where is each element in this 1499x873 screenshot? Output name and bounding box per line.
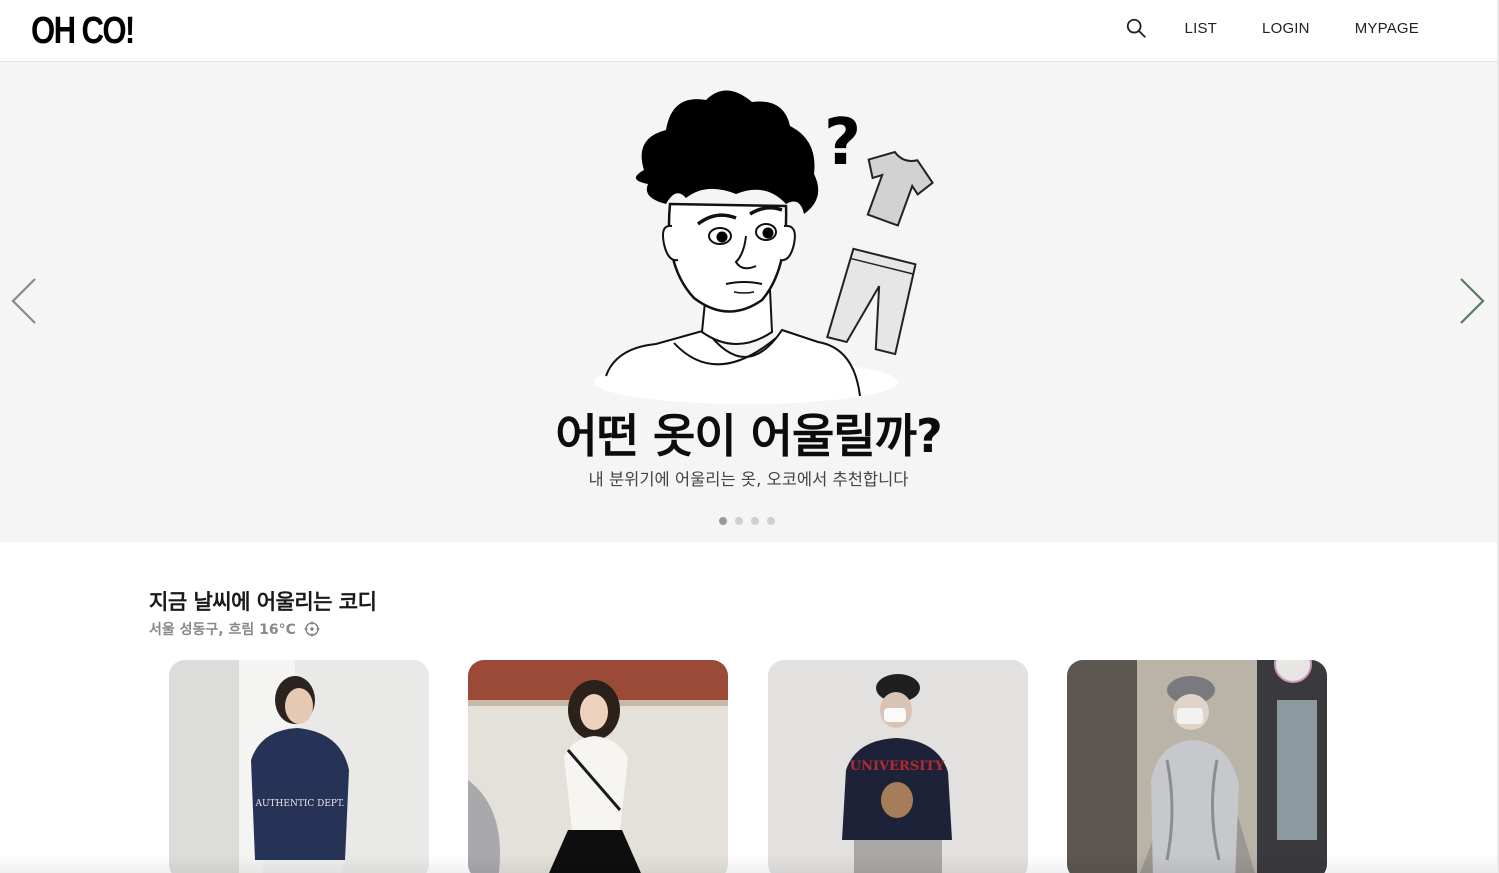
outfit-card[interactable]: UNIVERSITY (768, 660, 1028, 873)
chevron-right-icon[interactable] (1455, 276, 1489, 326)
hero-title: 어떤 옷이 어울릴까? (555, 409, 942, 463)
search-icon[interactable] (1125, 17, 1147, 39)
weather-text: 서울 성동구, 흐림 16°C (149, 622, 296, 638)
nav-login[interactable]: LOGIN (1262, 20, 1310, 37)
carousel-dot[interactable] (767, 517, 775, 525)
outfit-photo: UNIVERSITY (768, 660, 1028, 873)
weather-info: 서울 성동구, 흐림 16°C (149, 619, 320, 639)
carousel-dots (719, 517, 783, 525)
sweatshirt-print: UNIVERSITY (850, 759, 945, 774)
locate-icon[interactable] (304, 621, 320, 637)
hero-subtitle: 내 분위기에 어울리는 옷, 오코에서 추천합니다 (588, 470, 909, 489)
nav-mypage[interactable]: MYPAGE (1355, 20, 1419, 37)
outfit-card[interactable] (1067, 660, 1327, 873)
header: OH CO! LIST LOGIN MYPAGE (0, 0, 1497, 62)
hero-banner: ? 어떤 옷이 어울릴까? 내 분위기에 어울리는 옷, 오코에서 추천합니다 (0, 62, 1497, 542)
question-mark: ? (824, 106, 861, 180)
outfit-photo (468, 660, 728, 873)
outfit-photo (1067, 660, 1327, 873)
carousel-dot[interactable] (751, 517, 759, 525)
section-title: 지금 날씨에 어울리는 코디 (149, 590, 377, 614)
outfit-photo: AUTHENTIC DEPT. (169, 660, 429, 873)
carousel-dot[interactable] (735, 517, 743, 525)
carousel-dot[interactable] (719, 517, 727, 525)
logo[interactable]: OH CO! (31, 10, 135, 53)
sweatshirt-print: AUTHENTIC DEPT. (254, 799, 344, 809)
nav-list[interactable]: LIST (1185, 20, 1217, 37)
outfit-card[interactable]: AUTHENTIC DEPT. (169, 660, 429, 873)
nav: LIST LOGIN MYPAGE (1125, 0, 1419, 56)
outfit-card[interactable] (468, 660, 728, 873)
chevron-left-icon[interactable] (7, 276, 41, 326)
hero-illustration: ? (594, 90, 934, 404)
